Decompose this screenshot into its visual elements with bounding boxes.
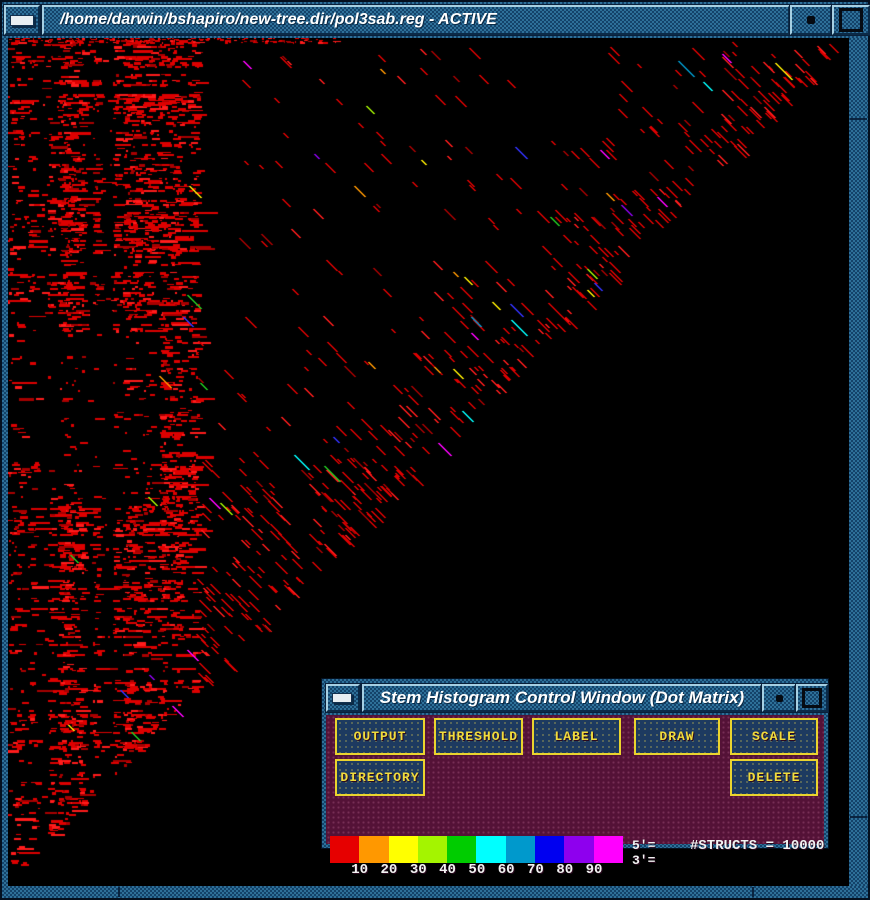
legend-cell — [330, 836, 359, 863]
control-window-body: OUTPUT THRESHOLD LABEL DRAW SCALE DIRECT… — [326, 715, 824, 844]
directory-button[interactable]: DIRECTORY — [335, 759, 425, 796]
legend-tick-label: 30 — [404, 862, 433, 878]
output-button[interactable]: OUTPUT — [335, 718, 425, 755]
frame-resize-notch — [850, 816, 867, 818]
three-prime-label: 3'= — [632, 853, 655, 868]
legend-tick-label: 80 — [550, 862, 579, 878]
main-title-panel: /home/darwin/bshapiro/new-tree.dir/pol3s… — [42, 5, 790, 35]
legend-cell — [389, 836, 418, 863]
window-frame-bottom[interactable] — [2, 886, 868, 898]
control-window: Stem Histogram Control Window (Dot Matri… — [322, 679, 828, 848]
legend-tick-label: 40 — [433, 862, 462, 878]
frame-resize-notch — [752, 887, 754, 897]
legend-tick-label: 50 — [462, 862, 491, 878]
control-window-menu-button[interactable] — [326, 684, 360, 712]
maximize-square-icon — [839, 8, 863, 32]
control-title-panel: Stem Histogram Control Window (Dot Matri… — [362, 684, 762, 712]
main-titlebar: /home/darwin/bshapiro/new-tree.dir/pol3s… — [2, 2, 868, 38]
main-window-title: /home/darwin/bshapiro/new-tree.dir/pol3s… — [44, 11, 497, 29]
legend-tick-label: 20 — [374, 862, 403, 878]
label-button[interactable]: LABEL — [532, 718, 621, 755]
legend-cell — [535, 836, 564, 863]
threshold-button[interactable]: THRESHOLD — [434, 718, 523, 755]
scale-button[interactable]: SCALE — [730, 718, 818, 755]
window-frame-right[interactable] — [849, 38, 868, 896]
delete-button[interactable]: DELETE — [730, 759, 818, 796]
maximize-square-icon — [802, 688, 822, 708]
legend-cell — [564, 836, 593, 863]
window-menu-dash-icon — [332, 693, 352, 703]
legend-tick-label: 90 — [579, 862, 608, 878]
control-window-title: Stem Histogram Control Window (Dot Matri… — [380, 688, 744, 708]
window-frame-left[interactable] — [2, 38, 8, 896]
window-menu-button[interactable] — [4, 5, 40, 35]
draw-button[interactable]: DRAW — [634, 718, 720, 755]
structs-count-label: #STRUCTS = 10000 — [690, 838, 828, 855]
app-window: /home/darwin/bshapiro/new-tree.dir/pol3s… — [0, 0, 870, 900]
legend-cell — [506, 836, 535, 863]
frame-resize-notch — [118, 887, 120, 897]
legend-tick-label: 10 — [345, 862, 374, 878]
legend-cell — [447, 836, 476, 863]
control-iconify-button[interactable] — [762, 684, 796, 712]
control-maximize-button[interactable] — [796, 684, 828, 712]
legend-tick-label: 70 — [521, 862, 550, 878]
iconify-button[interactable] — [790, 5, 832, 35]
five-prime-label: 5'= — [632, 838, 655, 853]
legend-tick-label: 60 — [491, 862, 520, 878]
iconify-dot-icon — [807, 16, 815, 24]
legend-cell — [594, 836, 623, 863]
legend-ticks: 102030405060708090 — [330, 862, 640, 878]
maximize-button[interactable] — [832, 5, 870, 35]
legend-cell — [359, 836, 388, 863]
window-menu-dash-icon — [10, 15, 34, 26]
legend-color-bar — [330, 836, 623, 863]
iconify-dot-icon — [776, 695, 783, 702]
legend-cell — [418, 836, 447, 863]
frame-resize-notch — [850, 118, 867, 120]
legend-cell — [476, 836, 505, 863]
